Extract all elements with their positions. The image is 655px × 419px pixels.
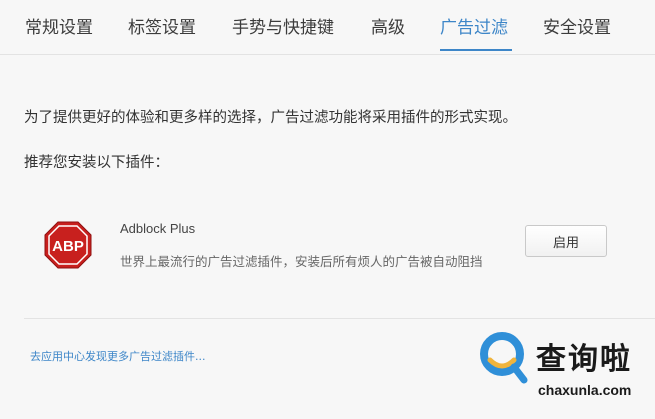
tab-tab-settings[interactable]: 标签设置	[128, 17, 196, 39]
watermark-text: 查询啦	[536, 342, 632, 377]
active-tab-indicator	[440, 49, 512, 51]
app-center-link[interactable]: 去应用中心发现更多广告过滤插件...	[30, 348, 206, 364]
tab-security-settings[interactable]: 安全设置	[543, 17, 611, 39]
tab-gestures-shortcuts[interactable]: 手势与快捷键	[232, 17, 334, 39]
abp-logo-text: ABP	[52, 238, 84, 255]
plugin-name: Adblock Plus	[120, 221, 196, 236]
adblock-plus-icon: ABP	[44, 221, 92, 269]
enable-button[interactable]: 启用	[525, 225, 607, 257]
watermark-domain: chaxunla.com	[538, 382, 632, 398]
plugin-description: 世界上最流行的广告过滤插件，安装后所有烦人的广告被自动阻挡	[120, 254, 483, 269]
watermark: 查询啦 chaxunla.com	[466, 322, 655, 419]
intro-text: 为了提供更好的体验和更多样的选择，广告过滤功能将采用插件的形式实现。	[24, 110, 517, 126]
recommend-heading: 推荐您安装以下插件：	[24, 155, 169, 171]
tab-ad-filter[interactable]: 广告过滤	[440, 17, 508, 39]
tab-advanced[interactable]: 高级	[371, 17, 405, 39]
magnifier-logo-icon	[480, 332, 528, 384]
tab-general-settings[interactable]: 常规设置	[25, 17, 93, 39]
settings-tab-bar: 常规设置 标签设置 手势与快捷键 高级 广告过滤 安全设置	[0, 0, 655, 55]
divider	[24, 318, 655, 319]
